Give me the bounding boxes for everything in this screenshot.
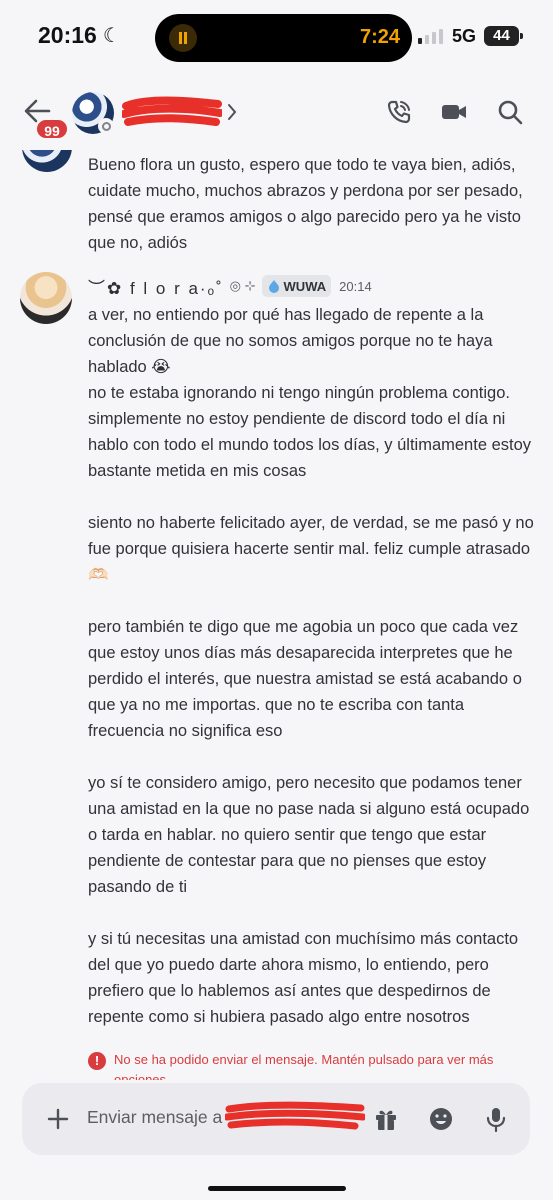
message-text[interactable]: Bueno flora un gusto, espero que todo te… bbox=[88, 152, 536, 256]
plus-icon[interactable] bbox=[46, 1107, 70, 1131]
guild-tag-label: WUWA bbox=[283, 278, 327, 294]
offline-status-icon bbox=[98, 118, 114, 134]
battery-icon: 44 bbox=[484, 26, 523, 46]
message-paragraph[interactable]: y si tú necesitas una amistad con muchís… bbox=[88, 926, 536, 1030]
message-composer[interactable]: Enviar mensaje a bbox=[22, 1083, 530, 1155]
author-avatar[interactable] bbox=[20, 272, 72, 324]
phone-call-icon[interactable] bbox=[385, 98, 413, 126]
video-camera-icon[interactable] bbox=[440, 98, 468, 126]
redacted-recipient bbox=[225, 1101, 365, 1130]
search-icon[interactable] bbox=[496, 98, 524, 126]
avatar[interactable] bbox=[22, 150, 72, 172]
redacted-username[interactable] bbox=[122, 96, 222, 128]
live-activity-time: 7:24 bbox=[359, 26, 400, 48]
battery-level: 44 bbox=[493, 27, 510, 44]
message-paragraph[interactable]: yo sí te considero amigo, pero necesito … bbox=[88, 770, 536, 900]
message-paragraph[interactable]: pero también te digo que me agobia un po… bbox=[88, 614, 536, 744]
microphone-icon[interactable] bbox=[482, 1105, 510, 1133]
pause-icon[interactable] bbox=[169, 24, 197, 52]
gift-icon[interactable] bbox=[372, 1105, 400, 1133]
dynamic-island[interactable]: 7:24 bbox=[155, 14, 412, 62]
message-list[interactable]: Bueno flora un gusto, espero que todo te… bbox=[0, 150, 553, 1080]
guild-tag[interactable]: WUWA bbox=[261, 275, 332, 297]
chevron-right-icon[interactable] bbox=[226, 102, 238, 122]
water-drop-icon bbox=[268, 280, 279, 293]
signal-icon bbox=[418, 29, 443, 44]
author-decoration: ◎ ⊹ bbox=[229, 278, 256, 293]
unread-badge: 99 bbox=[35, 118, 69, 140]
clock-text: 20:16 bbox=[38, 22, 97, 48]
emoji-icon[interactable] bbox=[427, 1105, 455, 1133]
message-paragraph[interactable]: siento no haberte felicitado ayer, de ve… bbox=[88, 510, 536, 588]
status-bar: 20:16 ☾ 7:24 5G 44 bbox=[0, 0, 553, 78]
channel-header: 99 bbox=[0, 78, 553, 150]
message-input[interactable]: Enviar mensaje a bbox=[87, 1107, 222, 1128]
send-error[interactable]: ! No se ha podido enviar el mensaje. Man… bbox=[88, 1050, 518, 1080]
message-paragraph[interactable]: a ver, no entiendo por qué has llegado d… bbox=[88, 302, 536, 484]
message-header: ︶✿ f l o r a·ₒ˚ ◎ ⊹ WUWA 20:14 bbox=[88, 274, 372, 298]
network-label: 5G bbox=[452, 26, 477, 46]
author-name[interactable]: ︶✿ f l o r a·ₒ˚ bbox=[88, 274, 224, 299]
moon-icon: ☾ bbox=[102, 25, 121, 47]
message-timestamp: 20:14 bbox=[339, 278, 372, 294]
send-error-text: No se ha podido enviar el mensaje. Manté… bbox=[114, 1052, 494, 1080]
error-icon: ! bbox=[88, 1052, 106, 1070]
home-indicator[interactable] bbox=[208, 1186, 346, 1191]
status-time: 20:16 ☾ bbox=[38, 22, 121, 49]
